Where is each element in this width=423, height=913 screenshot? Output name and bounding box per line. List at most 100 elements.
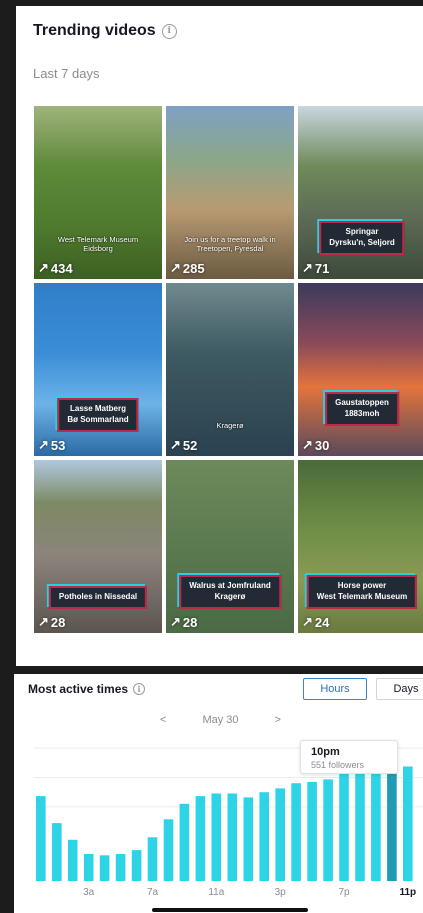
chart-bar <box>36 796 46 881</box>
video-caption: Join us for a treetop walk in Treetopen, … <box>184 235 275 253</box>
trending-videos-label: Trending videos <box>33 22 156 39</box>
video-caption-line: Join us for a treetop walk in <box>184 235 276 244</box>
tooltip-time: 10pm <box>311 746 340 758</box>
x-tick-label: 3p <box>275 887 287 898</box>
video-caption-line: West Telemark Museum <box>57 235 139 244</box>
chart-bar <box>195 796 206 881</box>
x-tick-label: 11p <box>399 887 416 898</box>
chart-bar <box>339 770 349 881</box>
trend-arrow-icon: ↗ <box>170 614 181 629</box>
chart-tooltip: 10pm 551 followers <box>300 740 398 774</box>
chart-bar <box>259 792 269 881</box>
x-tick-label: 3a <box>83 887 95 898</box>
chart-bar <box>275 788 285 881</box>
view-count: ↗ 28 <box>38 614 65 630</box>
view-count-value: 24 <box>314 614 330 630</box>
chart-bar <box>243 797 254 881</box>
video-caption-line: Horse power <box>337 581 387 591</box>
trend-arrow-icon: ↗ <box>302 260 313 275</box>
video-caption-line: 1883moh <box>344 409 380 419</box>
video-caption-line: Bø Sommarland <box>67 415 129 425</box>
view-count-value: 434 <box>50 260 73 276</box>
chart-bar <box>83 854 94 881</box>
chart-bar <box>307 782 317 881</box>
video-tile[interactable]: Springar Dyrsku'n, Seljord ↗ 71 <box>298 106 423 279</box>
chart-bar <box>99 855 110 881</box>
view-count-value: 52 <box>182 437 198 453</box>
video-caption: Gaustatoppen 1883moh <box>325 392 399 426</box>
chart-bar <box>403 766 413 881</box>
video-grid: West Telemark Museum Eidsborg ↗ 434 Join us … <box>34 106 423 633</box>
video-tile[interactable]: Join us for a treetop walk in Treetopen, … <box>166 106 294 279</box>
trend-arrow-icon: ↗ <box>302 437 313 452</box>
chart-bar <box>211 793 222 881</box>
view-count: ↗ 434 <box>38 260 73 276</box>
chart-bar <box>131 850 142 881</box>
chart-bar <box>227 793 238 881</box>
view-count-value: 53 <box>50 437 66 453</box>
video-caption-line: Treetopen, Fyresdal <box>196 244 264 253</box>
trend-arrow-icon: ↗ <box>38 614 49 629</box>
view-count: ↗ 28 <box>170 614 197 630</box>
chart-bar <box>147 837 158 881</box>
chart-bar <box>323 779 333 881</box>
trending-videos-card: Trending videos i Last 7 days West Telem… <box>16 6 423 666</box>
video-caption-line: Potholes in Nissedal <box>58 592 138 602</box>
video-tile[interactable]: Horse power West Telemark Museum ↗ 24 <box>298 460 423 633</box>
video-tile[interactable]: Kragerø ↗ 52 <box>166 283 294 456</box>
home-indicator <box>152 908 308 912</box>
video-caption-line: Eidsborg <box>83 244 113 253</box>
video-caption: Walrus at Jomfruland Kragerø <box>179 575 281 609</box>
video-caption-line: Kragerø <box>214 592 246 602</box>
period-label: Last 7 days <box>33 66 100 81</box>
video-tile[interactable]: Walrus at Jomfruland Kragerø ↗ 28 <box>166 460 294 633</box>
chart-bar <box>179 803 190 881</box>
trend-arrow-icon: ↗ <box>170 260 181 275</box>
view-count-value: 28 <box>182 614 198 630</box>
video-caption: Horse power West Telemark Museum <box>306 575 418 609</box>
view-count: ↗ 71 <box>302 260 329 276</box>
chart-bar <box>115 854 126 881</box>
view-count: ↗ 285 <box>170 260 205 276</box>
video-tile[interactable]: Lasse Matberg Bø Sommarland ↗ 53 <box>34 283 162 456</box>
trend-arrow-icon: ↗ <box>302 614 313 629</box>
info-icon[interactable]: i <box>161 23 177 39</box>
view-count: ↗ 30 <box>302 437 329 453</box>
view-count: ↗ 24 <box>302 614 329 630</box>
video-tile[interactable]: Gaustatoppen 1883moh ↗ 30 <box>298 283 423 456</box>
active-times-chart: 3a 7a 11a 3p 7p 11p <box>34 747 423 898</box>
video-caption-line: Kragerø <box>216 421 244 430</box>
chart-bar <box>371 765 381 881</box>
video-caption: Springar Dyrsku'n, Seljord <box>319 221 405 255</box>
video-caption-line: Lasse Matberg <box>69 404 127 414</box>
page: Trending videos i Last 7 days West Telem… <box>0 0 423 913</box>
chart-bar <box>52 823 62 881</box>
x-tick-label: 11a <box>208 887 224 898</box>
tooltip-value: 551 followers <box>311 760 365 770</box>
x-tick-label: 7a <box>147 887 159 898</box>
view-count-value: 30 <box>314 437 330 453</box>
view-count-value: 28 <box>50 614 66 630</box>
trend-arrow-icon: ↗ <box>38 437 49 452</box>
most-active-times-card: Most active times i Hours Days < May 30 … <box>14 674 423 913</box>
video-caption-line: West Telemark Museum <box>316 592 408 602</box>
x-tick-label: 7p <box>338 887 350 898</box>
trending-videos-title: Trending videos i <box>33 22 177 40</box>
video-caption: Potholes in Nissedal <box>48 586 148 609</box>
view-count-value: 71 <box>314 260 330 276</box>
video-caption-line: Dyrsku'n, Seljord <box>329 238 395 248</box>
video-caption: Kragerø <box>216 421 243 430</box>
video-caption-line: Walrus at Jomfruland <box>189 581 271 591</box>
chart-bar <box>291 783 301 881</box>
video-caption: West Telemark Museum Eidsborg <box>58 235 138 253</box>
video-tile[interactable]: Potholes in Nissedal ↗ 28 <box>34 460 162 633</box>
video-caption: Lasse Matberg Bø Sommarland <box>57 398 139 432</box>
trend-arrow-icon: ↗ <box>170 437 181 452</box>
view-count: ↗ 52 <box>170 437 197 453</box>
chart-bar <box>355 767 365 881</box>
video-caption-line: Gaustatoppen <box>335 398 389 408</box>
chart-bar <box>67 839 78 881</box>
trend-arrow-icon: ↗ <box>38 260 49 275</box>
view-count-value: 285 <box>182 260 205 276</box>
video-tile[interactable]: West Telemark Museum Eidsborg ↗ 434 <box>34 106 162 279</box>
